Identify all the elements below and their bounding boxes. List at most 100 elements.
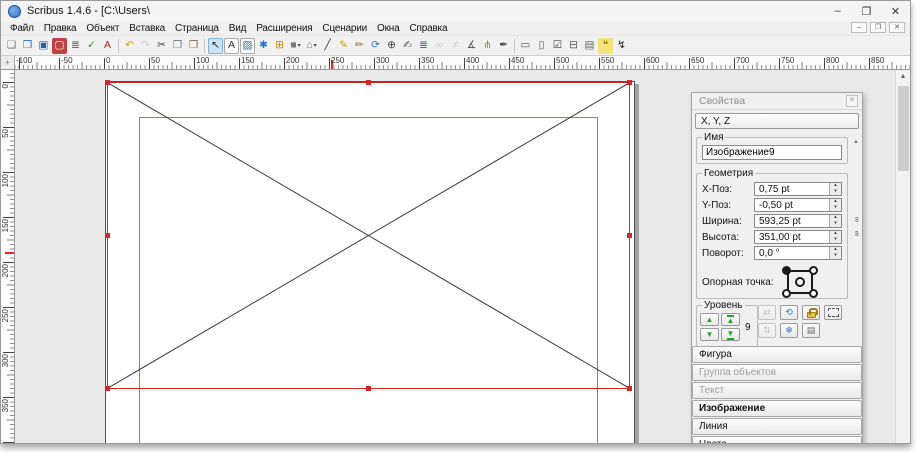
y-pos-input[interactable]: -0,50 pt▴▾ [754,198,842,212]
insert-image-frame-button[interactable]: ▧ [240,38,255,54]
rotation-input[interactable]: 0,0 °▴▾ [754,246,842,260]
basepoint-top-left[interactable] [782,266,791,275]
mdi-minimize-button[interactable]: – [851,22,867,33]
ruler-origin-box[interactable]: + [1,56,15,70]
menu-file[interactable]: Файл [5,23,39,34]
basepoint-bottom-right[interactable] [809,289,818,298]
section-image-button[interactable]: Изображение [692,400,862,417]
flip-vertical-button[interactable]: ❄ [780,323,798,338]
print-object-button[interactable]: ▤ [802,323,820,338]
insert-table-button[interactable]: ⊞ [272,38,287,54]
height-input[interactable]: 351,00 pt▴▾ [754,230,842,244]
title-bar[interactable]: Scribus 1.4.6 - [C:\Users\ – ❐ ✕ [1,1,910,21]
scrollbar-thumb[interactable] [898,86,909,171]
pdf-combo-box-button[interactable]: ⊟ [566,38,581,54]
raise-button[interactable]: ▲ [700,313,719,326]
preflight-verifier-button[interactable]: ✓ [84,38,99,54]
open-document-button[interactable]: ❒ [20,38,35,54]
link-width-height-icon[interactable]: ∞ [853,231,862,237]
undo-button[interactable]: ↶ [122,38,137,54]
width-input[interactable]: 593,25 pt▴▾ [754,214,842,228]
spin-down-icon[interactable]: ▾ [830,237,841,243]
palette-title-bar[interactable]: Свойства ✕ [692,93,862,110]
link-width-height-icon[interactable]: ∞ [853,217,862,223]
section-shape-button[interactable]: Фигура [692,346,862,363]
paste-button[interactable]: ❒ [186,38,201,54]
insert-bezier-button[interactable]: ✎ [336,38,351,54]
pdf-checkbox-button[interactable]: ☑ [550,38,565,54]
section-colors-button[interactable]: Цвета [692,436,862,443]
print-button[interactable]: ≣ [68,38,83,54]
menu-insert[interactable]: Вставка [124,23,170,34]
save-document-button[interactable]: ▣ [36,38,51,54]
pdf-link-annotation-button[interactable]: ↯ [614,38,629,54]
frame-handle[interactable] [105,80,110,85]
spin-down-icon[interactable]: ▾ [830,221,841,227]
rotate-item-button[interactable]: ⟳ [368,38,383,54]
insert-polygon-button[interactable]: ⌂▾ [304,38,319,54]
insert-line-button[interactable]: ╱ [320,38,335,54]
new-document-button[interactable]: ❏ [4,38,19,54]
spin-down-icon[interactable]: ▾ [830,253,841,259]
menu-scripts[interactable]: Сценарии [317,23,372,34]
insert-render-frame-button[interactable]: ✱ [256,38,271,54]
object-name-input[interactable] [702,145,842,160]
spin-down-icon[interactable]: ▾ [830,189,841,195]
edit-contents-button[interactable]: ✍ [400,38,415,54]
pdf-push-button[interactable]: ▭ [518,38,533,54]
pdf-list-box-button[interactable]: ▤ [582,38,597,54]
frame-handle[interactable] [627,233,632,238]
panel-scroll-up-icon[interactable]: ▲ [853,139,859,145]
lower-button[interactable]: ▼ [700,328,719,341]
restore-button[interactable]: ❐ [852,1,881,21]
horizontal-ruler[interactable]: -100-50050100150200250300350400450500550… [15,56,910,70]
frame-handle[interactable] [627,386,632,391]
insert-text-frame-button[interactable]: A [224,38,239,54]
select-tool-button[interactable]: ↖ [208,38,223,54]
spin-down-icon[interactable]: ▾ [830,205,841,211]
story-editor-button[interactable]: ≣ [416,38,431,54]
vertical-scrollbar[interactable]: ▲ [895,70,910,443]
zoom-tool-button[interactable]: ⊕ [384,38,399,54]
basepoint-top-right[interactable] [809,266,818,275]
frame-handle[interactable] [627,80,632,85]
menu-windows[interactable]: Окна [372,23,404,34]
pdf-export-button[interactable]: A [100,38,115,54]
frame-handle[interactable] [366,80,371,85]
raise-to-top-button[interactable]: ▲ [721,313,740,326]
scroll-up-arrow-icon[interactable]: ▲ [896,70,910,83]
insert-freehand-button[interactable]: ✏ [352,38,367,54]
menu-page[interactable]: Страница [170,23,224,34]
document-canvas[interactable]: Свойства ✕ X, Y, Z ▲ ▼ ∞ ∞ Имя Геометрия… [15,70,910,443]
close-button[interactable]: ✕ [881,1,910,21]
menu-item[interactable]: Объект [81,23,124,34]
copy-properties-button[interactable]: ⋔ [480,38,495,54]
image-frame[interactable] [107,82,630,389]
menu-view[interactable]: Вид [224,23,252,34]
frame-handle[interactable] [105,233,110,238]
menu-help[interactable]: Справка [404,23,452,34]
pdf-text-field-button[interactable]: ▯ [534,38,549,54]
eyedropper-button[interactable]: ✒ [496,38,511,54]
pdf-text-annotation-button[interactable]: ❝ [598,38,613,54]
menu-extras[interactable]: Расширения [251,23,317,34]
minimize-button[interactable]: – [823,1,852,21]
frame-handle[interactable] [366,386,371,391]
x-pos-input[interactable]: 0,75 pt▴▾ [754,182,842,196]
measurements-button[interactable]: ∡ [464,38,479,54]
flip-horizontal-button[interactable]: ⟲ [780,305,798,320]
menu-edit[interactable]: Правка [39,23,82,34]
cut-button[interactable]: ✂ [154,38,169,54]
basepoint-center[interactable] [795,277,805,287]
copy-button[interactable]: ❐ [170,38,185,54]
vertical-ruler[interactable]: 050100150200250300350 [1,70,15,443]
section-line-button[interactable]: Линия [692,418,862,435]
basepoint-bottom-left[interactable] [782,289,791,298]
mdi-restore-button[interactable]: ❐ [870,22,886,33]
lock-object-button[interactable] [802,305,820,320]
frame-handle[interactable] [105,386,110,391]
insert-shape-button[interactable]: ■▾ [288,38,303,54]
lock-size-button[interactable] [824,305,842,320]
lower-to-bottom-button[interactable]: ▼ [721,328,740,341]
palette-close-button[interactable]: ✕ [846,95,858,107]
